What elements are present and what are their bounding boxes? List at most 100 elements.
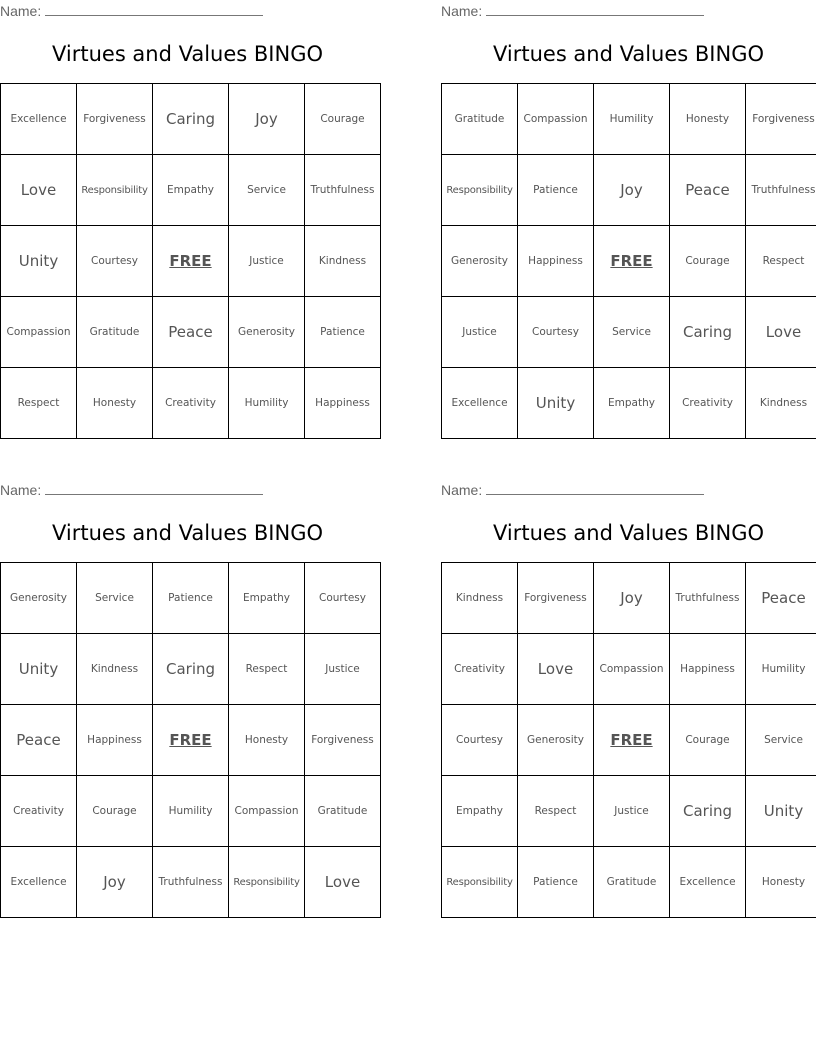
bingo-cell[interactable]: Happiness [517, 225, 594, 297]
bingo-cell[interactable]: Love [0, 154, 77, 226]
bingo-cell[interactable]: Respect [745, 225, 816, 297]
bingo-cell[interactable]: Truthfulness [669, 562, 746, 634]
bingo-cell[interactable]: Empathy [593, 367, 670, 439]
bingo-cell[interactable]: Humility [593, 83, 670, 155]
free-space[interactable]: FREE [593, 225, 670, 297]
bingo-cell[interactable]: Service [76, 562, 153, 634]
bingo-cell[interactable]: Courage [669, 704, 746, 776]
bingo-cell[interactable]: Courage [669, 225, 746, 297]
bingo-cell[interactable]: Gratitude [593, 846, 670, 918]
bingo-cell[interactable]: Creativity [0, 775, 77, 847]
free-space[interactable]: FREE [152, 704, 229, 776]
bingo-cell[interactable]: Creativity [669, 367, 746, 439]
bingo-cell[interactable]: Compassion [0, 296, 77, 368]
name-blank-line[interactable] [486, 2, 705, 16]
bingo-cell[interactable]: Excellence [0, 846, 77, 918]
bingo-cell[interactable]: Peace [0, 704, 77, 776]
name-field[interactable]: Name: [441, 2, 705, 19]
bingo-cell[interactable]: Patience [152, 562, 229, 634]
bingo-cell[interactable]: Compassion [228, 775, 305, 847]
bingo-cell[interactable]: Justice [304, 633, 381, 705]
bingo-cell[interactable]: Truthfulness [304, 154, 381, 226]
bingo-cell[interactable]: Love [517, 633, 594, 705]
bingo-cell[interactable]: Service [593, 296, 670, 368]
bingo-cell[interactable]: Happiness [76, 704, 153, 776]
bingo-cell[interactable]: Responsibility [441, 846, 518, 918]
bingo-cell[interactable]: Generosity [228, 296, 305, 368]
bingo-cell[interactable]: Kindness [745, 367, 816, 439]
bingo-cell[interactable]: Service [228, 154, 305, 226]
bingo-cell[interactable]: Generosity [441, 225, 518, 297]
bingo-cell[interactable]: Compassion [517, 83, 594, 155]
bingo-cell[interactable]: Empathy [441, 775, 518, 847]
free-space[interactable]: FREE [593, 704, 670, 776]
bingo-cell[interactable]: Peace [669, 154, 746, 226]
bingo-cell[interactable]: Patience [517, 154, 594, 226]
bingo-cell[interactable]: Courage [304, 83, 381, 155]
bingo-cell[interactable]: Honesty [669, 83, 746, 155]
name-blank-line[interactable] [486, 481, 705, 495]
bingo-cell[interactable]: Happiness [304, 367, 381, 439]
bingo-cell[interactable]: Unity [517, 367, 594, 439]
name-field[interactable]: Name: [0, 481, 264, 498]
bingo-cell[interactable]: Generosity [517, 704, 594, 776]
bingo-cell[interactable]: Forgiveness [304, 704, 381, 776]
bingo-cell[interactable]: Forgiveness [76, 83, 153, 155]
bingo-cell[interactable]: Creativity [441, 633, 518, 705]
bingo-cell[interactable]: Compassion [593, 633, 670, 705]
bingo-cell[interactable]: Unity [745, 775, 816, 847]
bingo-cell[interactable]: Responsibility [441, 154, 518, 226]
bingo-cell[interactable]: Empathy [152, 154, 229, 226]
bingo-cell[interactable]: Caring [152, 83, 229, 155]
bingo-cell[interactable]: Joy [76, 846, 153, 918]
bingo-cell[interactable]: Unity [0, 633, 77, 705]
bingo-cell[interactable]: Courtesy [304, 562, 381, 634]
name-blank-line[interactable] [45, 2, 264, 16]
free-space[interactable]: FREE [152, 225, 229, 297]
name-field[interactable]: Name: [441, 481, 705, 498]
bingo-cell[interactable]: Courtesy [441, 704, 518, 776]
bingo-cell[interactable]: Caring [152, 633, 229, 705]
bingo-cell[interactable]: Patience [304, 296, 381, 368]
bingo-cell[interactable]: Gratitude [304, 775, 381, 847]
bingo-cell[interactable]: Honesty [76, 367, 153, 439]
bingo-cell[interactable]: Excellence [0, 83, 77, 155]
bingo-cell[interactable]: Empathy [228, 562, 305, 634]
bingo-cell[interactable]: Respect [228, 633, 305, 705]
bingo-cell[interactable]: Joy [593, 154, 670, 226]
bingo-cell[interactable]: Humility [745, 633, 816, 705]
bingo-cell[interactable]: Responsibility [228, 846, 305, 918]
bingo-cell[interactable]: Courage [76, 775, 153, 847]
bingo-cell[interactable]: Forgiveness [517, 562, 594, 634]
bingo-cell[interactable]: Forgiveness [745, 83, 816, 155]
bingo-cell[interactable]: Courtesy [517, 296, 594, 368]
bingo-cell[interactable]: Kindness [304, 225, 381, 297]
bingo-cell[interactable]: Love [745, 296, 816, 368]
bingo-cell[interactable]: Excellence [669, 846, 746, 918]
bingo-cell[interactable]: Joy [593, 562, 670, 634]
bingo-cell[interactable]: Peace [152, 296, 229, 368]
bingo-cell[interactable]: Love [304, 846, 381, 918]
name-blank-line[interactable] [45, 481, 264, 495]
bingo-cell[interactable]: Humility [152, 775, 229, 847]
bingo-cell[interactable]: Generosity [0, 562, 77, 634]
bingo-cell[interactable]: Excellence [441, 367, 518, 439]
bingo-cell[interactable]: Patience [517, 846, 594, 918]
bingo-cell[interactable]: Service [745, 704, 816, 776]
bingo-cell[interactable]: Humility [228, 367, 305, 439]
bingo-cell[interactable]: Peace [745, 562, 816, 634]
bingo-cell[interactable]: Gratitude [441, 83, 518, 155]
bingo-cell[interactable]: Courtesy [76, 225, 153, 297]
bingo-cell[interactable]: Respect [517, 775, 594, 847]
bingo-cell[interactable]: Happiness [669, 633, 746, 705]
name-field[interactable]: Name: [0, 2, 264, 19]
bingo-cell[interactable]: Creativity [152, 367, 229, 439]
bingo-cell[interactable]: Justice [441, 296, 518, 368]
bingo-cell[interactable]: Truthfulness [152, 846, 229, 918]
bingo-cell[interactable]: Joy [228, 83, 305, 155]
bingo-cell[interactable]: Responsibility [76, 154, 153, 226]
bingo-cell[interactable]: Justice [593, 775, 670, 847]
bingo-cell[interactable]: Gratitude [76, 296, 153, 368]
bingo-cell[interactable]: Kindness [441, 562, 518, 634]
bingo-cell[interactable]: Unity [0, 225, 77, 297]
